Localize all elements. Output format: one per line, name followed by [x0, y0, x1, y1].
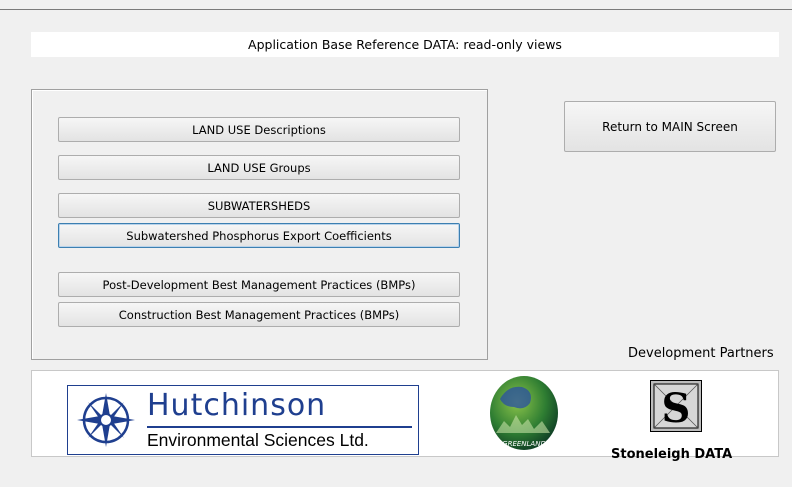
- svg-text:S: S: [662, 385, 691, 432]
- svg-text:GREENLAND: GREENLAND: [502, 440, 546, 448]
- hutchinson-subtitle: Environmental Sciences Ltd.: [147, 430, 369, 450]
- globe-icon: [490, 376, 558, 450]
- development-partners-label: Development Partners: [628, 346, 774, 361]
- return-to-main-button[interactable]: Return to MAIN Screen: [564, 101, 776, 152]
- page-title: Application Base Reference DATA: read-on…: [31, 32, 779, 57]
- post-development-bmps-button[interactable]: Post-Development Best Management Practic…: [58, 272, 460, 297]
- land-use-groups-button[interactable]: LAND USE Groups: [58, 155, 460, 180]
- hutchinson-name: Hutchinson: [147, 388, 327, 423]
- stoneleigh-name: Stoneleigh DATA: [611, 447, 733, 462]
- stoneleigh-s-icon: S: [650, 380, 702, 432]
- hutchinson-logo: Hutchinson Environmental Sciences Ltd.: [67, 385, 419, 455]
- hutchinson-divider: [147, 426, 412, 428]
- compass-rose-icon: [77, 393, 135, 447]
- greenland-logo: GREENLAND: [490, 376, 558, 450]
- phosphorus-export-coefficients-button[interactable]: Subwatershed Phosphorus Export Coefficie…: [58, 223, 460, 248]
- land-use-descriptions-button[interactable]: LAND USE Descriptions: [58, 117, 460, 142]
- top-divider: [0, 9, 792, 10]
- subwatersheds-button[interactable]: SUBWATERSHEDS: [58, 193, 460, 218]
- construction-bmps-button[interactable]: Construction Best Management Practices (…: [58, 302, 460, 327]
